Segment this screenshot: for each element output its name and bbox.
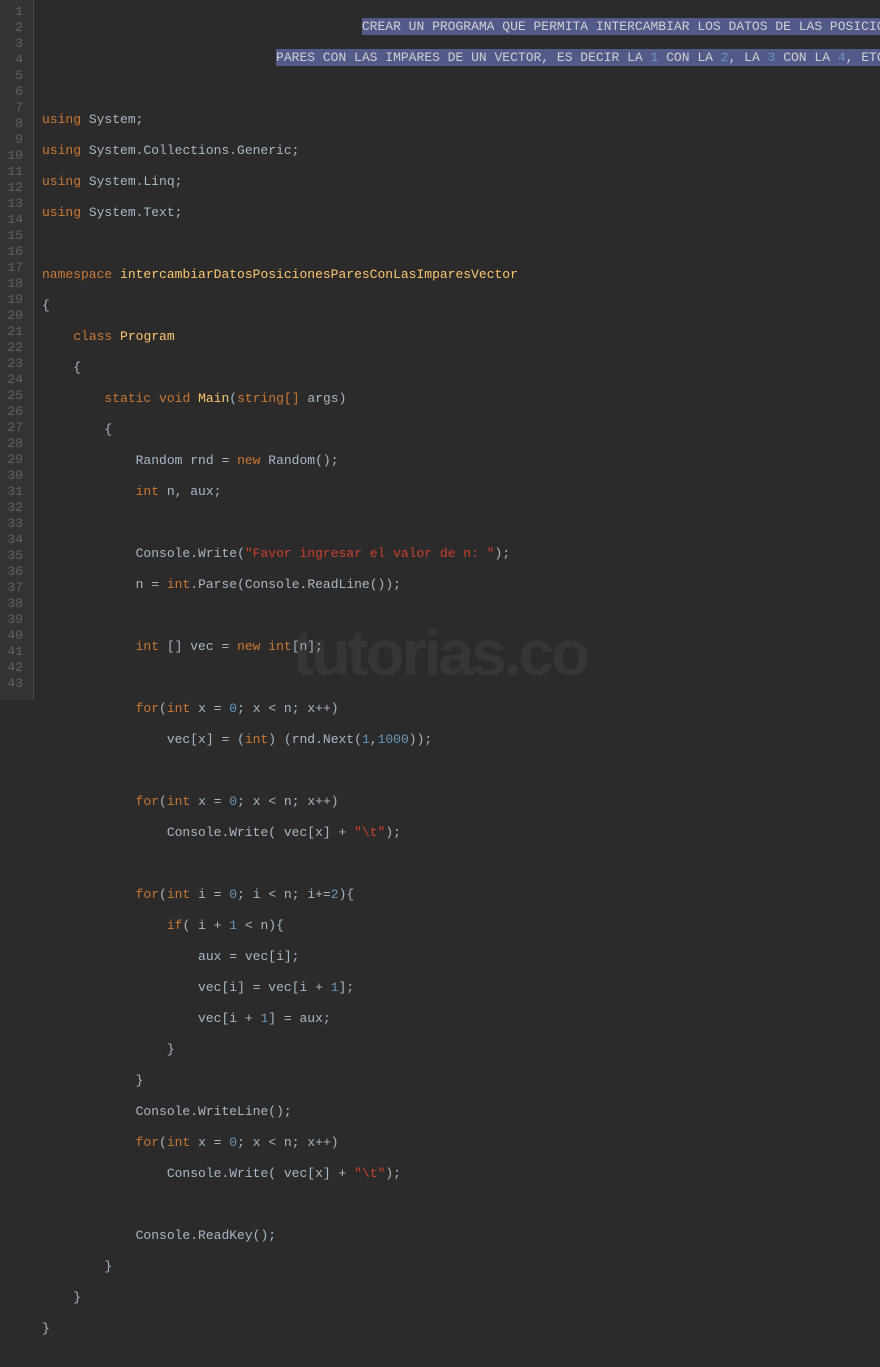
- line-35: }: [34, 1073, 880, 1089]
- line-number: 11: [6, 164, 23, 180]
- line-40: Console.ReadKey();: [34, 1228, 880, 1244]
- line-number: 26: [6, 404, 23, 420]
- line-number: 22: [6, 340, 23, 356]
- line-25: [34, 763, 880, 779]
- code-editor: 1234567891011121314151617181920212223242…: [0, 0, 880, 700]
- line-number: 32: [6, 500, 23, 516]
- comment-line-1: CREAR UN PROGRAMA QUE PERMITA INTERCAMBI…: [362, 18, 880, 35]
- line-number: 4: [6, 52, 23, 68]
- line-3: [34, 81, 880, 97]
- line-number: 9: [6, 132, 23, 148]
- line-number: 42: [6, 660, 23, 676]
- line-20: [34, 608, 880, 624]
- line-number: 15: [6, 228, 23, 244]
- line-18: Console.Write("Favor ingresar el valor d…: [34, 546, 880, 562]
- line-39: [34, 1197, 880, 1213]
- line-23: for(int x = 0; x < n; x++): [34, 701, 880, 717]
- line-19: n = int.Parse(Console.ReadLine());: [34, 577, 880, 593]
- line-number: 24: [6, 372, 23, 388]
- line-32: vec[i] = vec[i + 1];: [34, 980, 880, 996]
- line-number: 36: [6, 564, 23, 580]
- line-21: int [] vec = new int[n];: [34, 639, 880, 655]
- line-number: 37: [6, 580, 23, 596]
- line-8: [34, 236, 880, 252]
- line-5: using System.Collections.Generic;: [34, 143, 880, 159]
- line-9: namespace intercambiarDatosPosicionesPar…: [34, 267, 880, 283]
- line-33: vec[i + 1] = aux;: [34, 1011, 880, 1027]
- line-27: Console.Write( vec[x] + "\t");: [34, 825, 880, 841]
- line-14: {: [34, 422, 880, 438]
- line-38: Console.Write( vec[x] + "\t");: [34, 1166, 880, 1182]
- line-number: 28: [6, 436, 23, 452]
- line-number: 25: [6, 388, 23, 404]
- line-number: 2: [6, 20, 23, 36]
- line-4: using System;: [34, 112, 880, 128]
- line-number: 29: [6, 452, 23, 468]
- line-36: Console.WriteLine();: [34, 1104, 880, 1120]
- line-number: 10: [6, 148, 23, 164]
- line-43: }: [34, 1321, 880, 1337]
- line-42: }: [34, 1290, 880, 1306]
- line-number: 12: [6, 180, 23, 196]
- line-28: [34, 856, 880, 872]
- line-31: aux = vec[i];: [34, 949, 880, 965]
- line-number: 38: [6, 596, 23, 612]
- line-1: CREAR UN PROGRAMA QUE PERMITA INTERCAMBI…: [34, 19, 880, 35]
- line-number: 19: [6, 292, 23, 308]
- line-number: 33: [6, 516, 23, 532]
- line-6: using System.Linq;: [34, 174, 880, 190]
- line-15: Random rnd = new Random();: [34, 453, 880, 469]
- line-number: 39: [6, 612, 23, 628]
- line-number: 8: [6, 116, 23, 132]
- line-16: int n, aux;: [34, 484, 880, 500]
- line-number: 6: [6, 84, 23, 100]
- line-7: using System.Text;: [34, 205, 880, 221]
- line-number: 30: [6, 468, 23, 484]
- line-number: 18: [6, 276, 23, 292]
- line-17: [34, 515, 880, 531]
- line-number: 34: [6, 532, 23, 548]
- line-26: for(int x = 0; x < n; x++): [34, 794, 880, 810]
- line-13: static void Main(string[] args): [34, 391, 880, 407]
- line-10: {: [34, 298, 880, 314]
- line-22: [34, 670, 880, 686]
- line-number: 7: [6, 100, 23, 116]
- line-34: }: [34, 1042, 880, 1058]
- line-number: 20: [6, 308, 23, 324]
- line-29: for(int i = 0; i < n; i+=2){: [34, 887, 880, 903]
- line-41: }: [34, 1259, 880, 1275]
- line-24: vec[x] = (int) (rnd.Next(1,1000));: [34, 732, 880, 748]
- line-number: 23: [6, 356, 23, 372]
- comment-line-2: PARES CON LAS IMPARES DE UN VECTOR, ES D…: [276, 49, 880, 66]
- code-area[interactable]: CREAR UN PROGRAMA QUE PERMITA INTERCAMBI…: [34, 0, 880, 700]
- line-number: 16: [6, 244, 23, 260]
- line-number: 1: [6, 4, 23, 20]
- line-number: 43: [6, 676, 23, 692]
- line-number-gutter: 1234567891011121314151617181920212223242…: [0, 0, 34, 700]
- line-number: 3: [6, 36, 23, 52]
- line-number: 14: [6, 212, 23, 228]
- line-number: 31: [6, 484, 23, 500]
- line-number: 21: [6, 324, 23, 340]
- line-12: {: [34, 360, 880, 376]
- line-number: 27: [6, 420, 23, 436]
- line-number: 41: [6, 644, 23, 660]
- line-number: 13: [6, 196, 23, 212]
- line-37: for(int x = 0; x < n; x++): [34, 1135, 880, 1151]
- line-11: class Program: [34, 329, 880, 345]
- line-number: 40: [6, 628, 23, 644]
- line-number: 17: [6, 260, 23, 276]
- line-number: 5: [6, 68, 23, 84]
- line-30: if( i + 1 < n){: [34, 918, 880, 934]
- line-number: 35: [6, 548, 23, 564]
- line-2: PARES CON LAS IMPARES DE UN VECTOR, ES D…: [34, 50, 880, 66]
